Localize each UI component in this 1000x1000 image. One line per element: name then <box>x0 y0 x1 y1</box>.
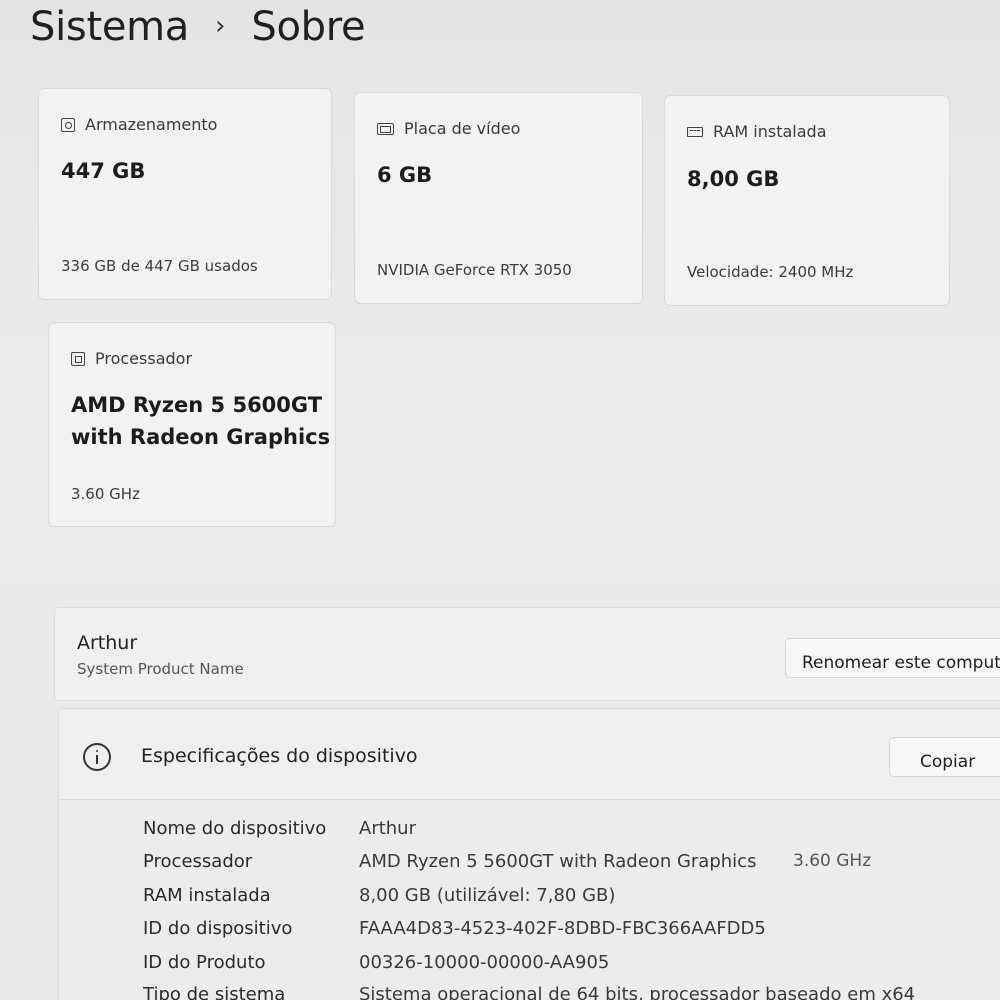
device-specs-header[interactable]: Especificações do dispositivo Copiar <box>58 708 1000 800</box>
spec-row: ID do Produto 00326-10000-00000-AA905 <box>143 952 609 973</box>
device-name-row: Arthur System Product Name Renomear este… <box>54 607 1000 701</box>
processor-value-line1: AMD Ryzen 5 5600GT <box>71 393 323 417</box>
ram-label: RAM instalada <box>713 122 827 141</box>
processor-value-line2: with Radeon Graphics <box>71 425 331 449</box>
graphics-card-value: 6 GB <box>377 163 433 187</box>
copy-button[interactable]: Copiar <box>889 737 1000 777</box>
graphics-card-card[interactable]: Placa de vídeo 6 GB NVIDIA GeForce RTX 3… <box>354 92 643 304</box>
spec-row: RAM instalada 8,00 GB (utilizável: 7,80 … <box>143 885 615 906</box>
spec-value: FAAA4D83-4523-402F-8DBD-FBC366AAFDD5 <box>359 918 766 939</box>
spec-value: 00326-10000-00000-AA905 <box>359 952 610 973</box>
spec-value: 8,00 GB (utilizável: 7,80 GB) <box>359 885 616 906</box>
spec-row: Tipo de sistema Sistema operacional de 6… <box>143 984 915 1000</box>
graphics-card-label: Placa de vídeo <box>404 119 521 138</box>
device-name: Arthur <box>77 632 138 654</box>
breadcrumb-system-link[interactable]: Sistema <box>30 4 189 50</box>
ram-detail: Velocidade: 2400 MHz <box>687 263 854 281</box>
spec-processor-speed: 3.60 GHz <box>793 851 872 871</box>
spec-value: Sistema operacional de 64 bits, processa… <box>359 984 916 1000</box>
spec-value: Arthur <box>359 818 416 839</box>
graphics-card-icon <box>377 122 394 135</box>
processor-icon <box>71 351 85 366</box>
memory-icon <box>687 126 703 137</box>
breadcrumb: Sistema › Sobre <box>30 4 366 50</box>
storage-value: 447 GB <box>61 159 146 183</box>
device-specs-body: Nome do dispositivo Arthur Processador A… <box>58 800 1000 1000</box>
spec-value: AMD Ryzen 5 5600GT with Radeon Graphics <box>359 851 757 872</box>
spec-key: Processador <box>143 851 253 872</box>
ram-card[interactable]: RAM instalada 8,00 GB Velocidade: 2400 M… <box>664 95 950 306</box>
device-model: System Product Name <box>77 660 244 678</box>
spec-row: ID do dispositivo FAAA4D83-4523-402F-8DB… <box>143 918 766 939</box>
chevron-right-icon: › <box>215 11 226 41</box>
spec-row: Nome do dispositivo Arthur <box>143 818 416 839</box>
spec-key: ID do Produto <box>143 952 266 973</box>
info-icon <box>83 743 111 771</box>
storage-icon <box>61 117 75 132</box>
spec-row: Processador AMD Ryzen 5 5600GT with Rade… <box>143 851 756 872</box>
processor-label: Processador <box>95 349 193 368</box>
spec-key: ID do dispositivo <box>143 918 293 939</box>
spec-key: Nome do dispositivo <box>143 818 327 839</box>
rename-computer-button[interactable]: Renomear este computador <box>785 638 1000 678</box>
spec-key: Tipo de sistema <box>143 984 286 1000</box>
device-specs-title: Especificações do dispositivo <box>141 745 418 767</box>
settings-about-page: Sistema › Sobre Armazenamento 447 GB 336… <box>0 0 1000 1000</box>
storage-label: Armazenamento <box>85 115 218 134</box>
graphics-card-detail: NVIDIA GeForce RTX 3050 <box>377 261 572 279</box>
processor-detail: 3.60 GHz <box>71 485 140 503</box>
spec-key: RAM instalada <box>143 885 271 906</box>
storage-detail: 336 GB de 447 GB usados <box>61 257 258 275</box>
ram-value: 8,00 GB <box>687 167 780 191</box>
processor-card[interactable]: Processador AMD Ryzen 5 5600GT with Rade… <box>48 322 336 527</box>
page-title: Sobre <box>251 4 366 50</box>
storage-card[interactable]: Armazenamento 447 GB 336 GB de 447 GB us… <box>38 88 332 300</box>
